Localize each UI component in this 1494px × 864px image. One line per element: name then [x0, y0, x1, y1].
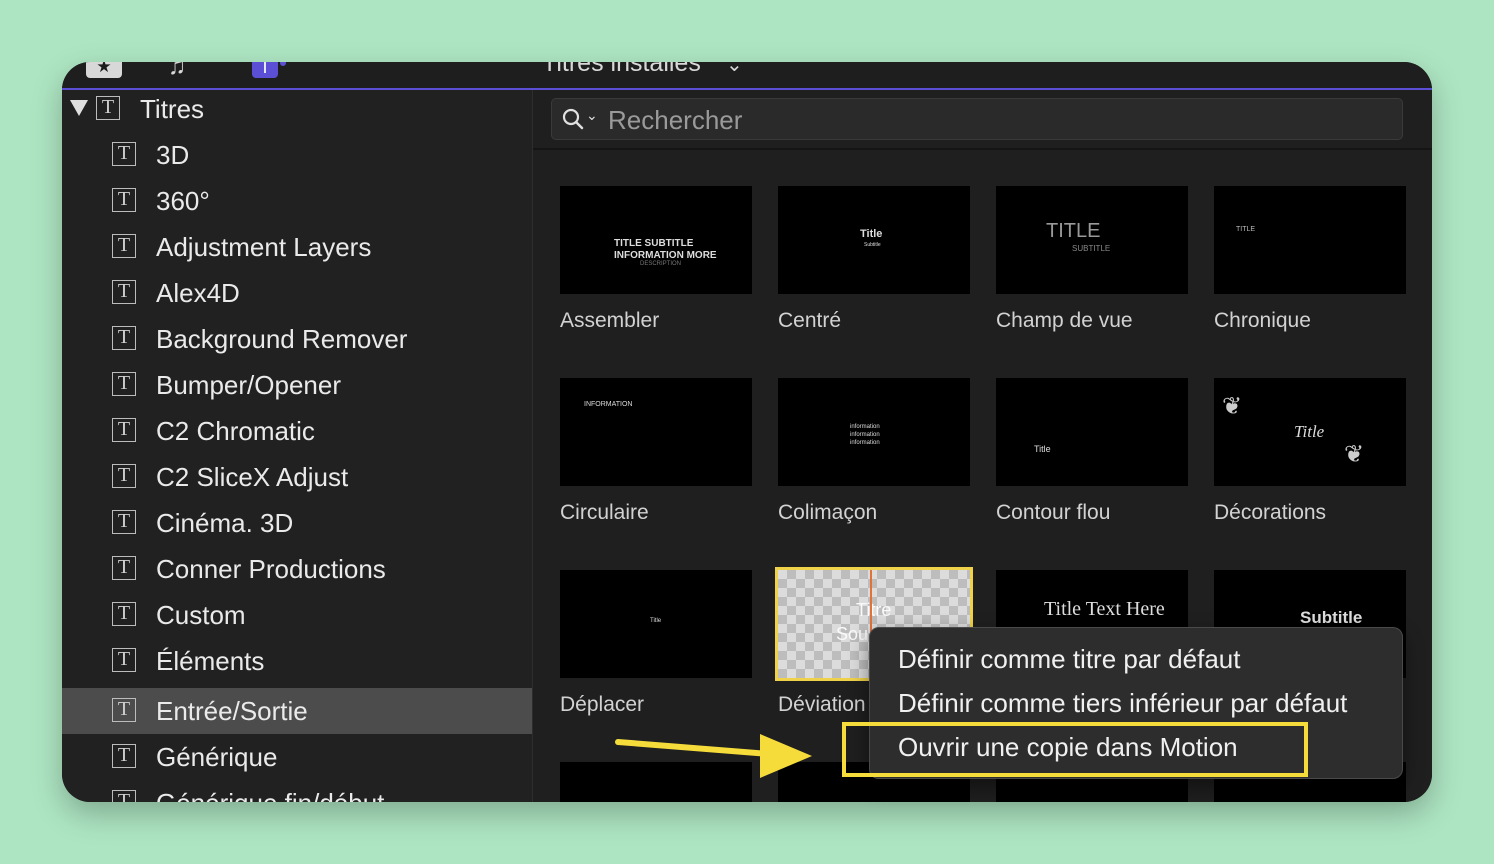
title-t-icon: T — [112, 188, 136, 212]
title-t-icon: T — [112, 556, 136, 580]
title-t-icon: T — [112, 510, 136, 534]
sidebar-item-entree-sortie[interactable]: T Entrée/Sortie — [62, 688, 532, 734]
sidebar-item-c2-chromatic[interactable]: T C2 Chromatic — [62, 408, 532, 454]
title-thumbnail[interactable]: Title Subtitle — [778, 186, 970, 294]
sidebar-item-bumper-opener[interactable]: T Bumper/Opener — [62, 362, 532, 408]
title-t-icon: T — [112, 744, 136, 768]
sidebar-item-label: Générique fin/début — [156, 787, 384, 802]
annotation-highlight-box — [842, 722, 1308, 777]
title-thumbnail[interactable]: TITLE SUBTITLE INFORMATION MORE DESCRIPT… — [560, 186, 752, 294]
title-t-icon: T — [112, 464, 136, 488]
sidebar-item-label: Éléments — [156, 646, 265, 676]
annotation-arrow-icon — [615, 734, 812, 778]
sidebar-item-label: C2 SliceX Adjust — [156, 462, 349, 492]
search-icon[interactable] — [562, 108, 584, 130]
browser-title[interactable]: Titres installés — [542, 62, 701, 78]
search-divider — [533, 148, 1432, 150]
sidebar-item-cinema-3d[interactable]: T Cinéma. 3D — [62, 500, 532, 546]
titles-indicator-icon — [280, 62, 286, 66]
menu-item-set-default-lower-third[interactable]: Définir comme tiers inférieur par défaut — [898, 687, 1347, 719]
title-t-icon: T — [96, 96, 120, 120]
sidebar-item-generique-fin-debut[interactable]: T Générique fin/début — [62, 780, 532, 802]
star-icon[interactable]: ★ — [86, 62, 122, 78]
sidebar-item-elements[interactable]: T Éléments — [62, 638, 532, 684]
title-t-icon: T — [112, 142, 136, 166]
title-thumbnail[interactable]: INFORMATION — [560, 378, 752, 486]
sidebar-item-label: Titres — [140, 94, 205, 124]
title-tile-label: Déplacer — [560, 693, 645, 716]
sidebar-item-label: Entrée/Sortie — [156, 696, 308, 726]
title-tile-label: Décorations — [1214, 501, 1327, 524]
menu-item-set-default-title[interactable]: Définir comme titre par défaut — [898, 643, 1240, 675]
title-t-icon: T — [112, 698, 136, 722]
sidebar-item-label: Cinéma. 3D — [156, 508, 294, 538]
sidebar-item-label: Conner Productions — [156, 554, 386, 584]
titles-icon[interactable]: T — [252, 62, 278, 78]
sidebar-item-background-remover[interactable]: T Background Remover — [62, 316, 532, 362]
title-t-icon: T — [112, 418, 136, 442]
title-tile-label: Assembler — [560, 309, 660, 332]
sidebar-item-label: Adjustment Layers — [156, 232, 372, 262]
sidebar-item-alex4d[interactable]: T Alex4D — [62, 270, 532, 316]
title-tile-label: Centré — [778, 309, 842, 332]
title-t-icon: T — [112, 602, 136, 626]
sidebar-item-label: Alex4D — [156, 278, 240, 308]
sidebar-item-conner-productions[interactable]: T Conner Productions — [62, 546, 532, 592]
sidebar-item-label: Bumper/Opener — [156, 370, 341, 400]
title-thumbnail[interactable]: TITLE — [1214, 186, 1406, 294]
sidebar-item-label: Background Remover — [156, 324, 408, 354]
title-t-icon: T — [112, 372, 136, 396]
title-tile-label: Colimaçon — [778, 501, 878, 524]
title-t-icon: T — [112, 790, 136, 802]
search-input[interactable] — [606, 99, 1390, 141]
sidebar-item-titres[interactable]: T Titres — [62, 86, 532, 132]
search-field[interactable]: ⌄ — [551, 98, 1403, 141]
ornament-icon: ❦ — [1222, 393, 1243, 420]
sidebar-item-label: Générique — [156, 742, 278, 772]
title-thumbnail[interactable]: TITLE SUBTITLE — [996, 186, 1188, 294]
sidebar-item-c2-slicex-adjust[interactable]: T C2 SliceX Adjust — [62, 454, 532, 500]
title-tile-label: Champ de vue — [996, 309, 1133, 332]
sidebar-item-adjustment-layers[interactable]: T Adjustment Layers — [62, 224, 532, 270]
title-t-icon: T — [112, 648, 136, 672]
sidebar-item-360[interactable]: T 360° — [62, 178, 532, 224]
title-t-icon: T — [112, 280, 136, 304]
sidebar-item-label: C2 Chromatic — [156, 416, 315, 446]
title-tile-label: Déviation — [778, 693, 866, 716]
titles-sidebar: T Titres T 3D T 360° T Adjustment Layers… — [62, 90, 533, 802]
sidebar-item-label: 360° — [156, 186, 210, 216]
sidebar-item-3d[interactable]: T 3D — [62, 132, 532, 178]
title-tile-label: Chronique — [1214, 309, 1311, 332]
sidebar-item-generique[interactable]: T Générique — [62, 734, 532, 780]
title-thumbnail[interactable]: Title — [560, 570, 752, 678]
ornament-icon: ❦ — [1344, 441, 1365, 468]
search-options-chevron-icon[interactable]: ⌄ — [586, 107, 598, 124]
title-thumbnail[interactable]: information information information — [778, 378, 970, 486]
title-tile-label: Contour flou — [996, 501, 1111, 524]
chevron-down-icon[interactable]: ⌄ — [726, 62, 743, 77]
sidebar-item-label: 3D — [156, 140, 190, 170]
title-tile-label: Circulaire — [560, 501, 649, 524]
title-t-icon: T — [112, 326, 136, 350]
title-thumbnail[interactable]: Title — [996, 378, 1188, 486]
music-icon[interactable]: ♫ — [168, 62, 204, 80]
sidebar-item-label: Custom — [156, 600, 246, 630]
title-t-icon: T — [112, 234, 136, 258]
title-thumbnail[interactable]: ❦ Title ❦ — [1214, 378, 1406, 486]
sidebar-item-custom[interactable]: T Custom — [62, 592, 532, 638]
disclosure-triangle-icon[interactable] — [70, 100, 88, 116]
